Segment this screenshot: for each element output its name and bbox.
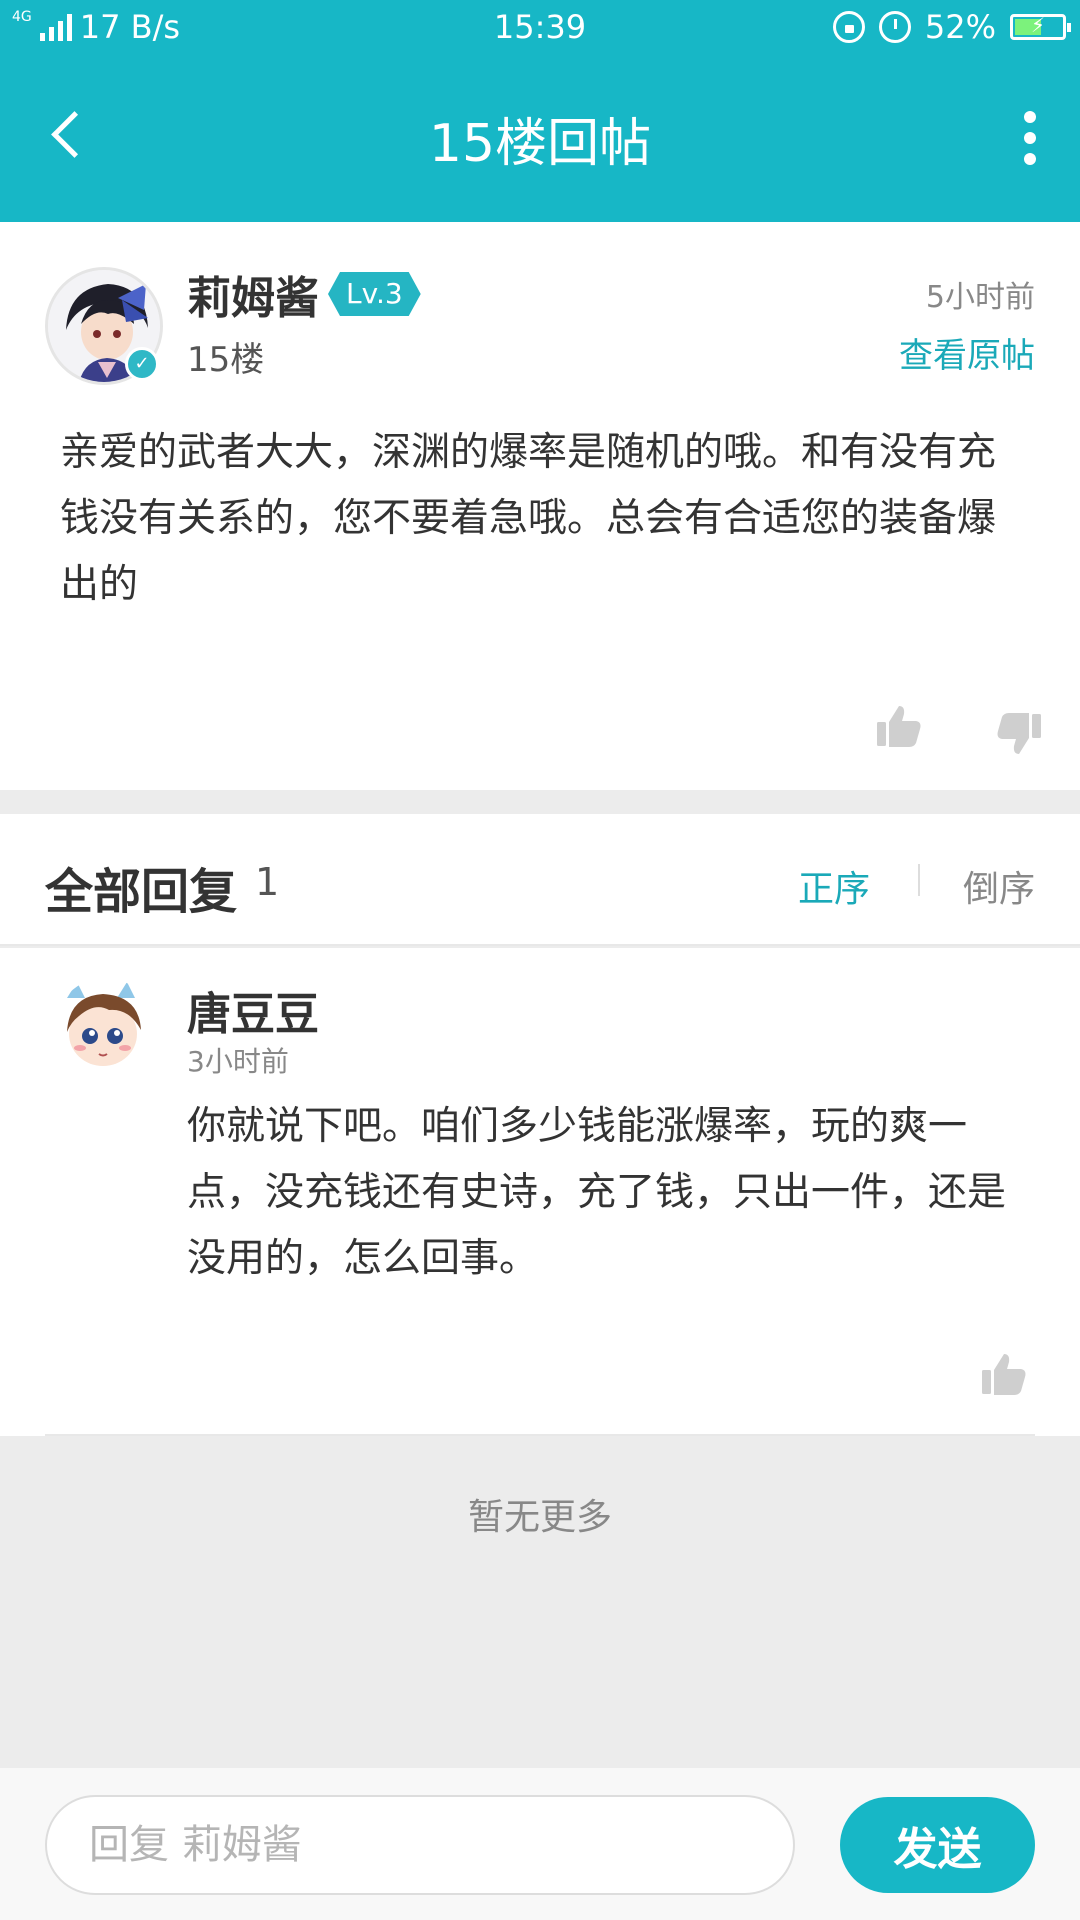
reply-item: 唐豆豆 3小时前 你就说下吧。咱们多少钱能涨爆率，玩的爽一点，没充钱还有史诗，充…: [0, 948, 1080, 1436]
alarm-icon: [878, 11, 911, 43]
reply-input[interactable]: [45, 1795, 795, 1895]
battery-percent: 52%: [924, 8, 996, 46]
divider: [45, 1434, 1035, 1436]
lock-rotation-icon: [832, 11, 865, 43]
thumbs-up-icon[interactable]: [875, 702, 923, 750]
verified-badge-icon: ✓: [125, 347, 159, 381]
post-card: ✓ 莉姆酱 Lv.3 15楼 5小时前 查看原帖 亲爱的武者大大，深渊的爆率是随…: [0, 222, 1080, 790]
more-button[interactable]: [1020, 111, 1040, 165]
battery-charging-icon: ⚡: [1010, 13, 1071, 40]
sort-descending-button[interactable]: 倒序: [963, 860, 1035, 912]
thumbs-up-icon[interactable]: [980, 1350, 1028, 1398]
view-original-link[interactable]: 查看原帖: [899, 328, 1035, 377]
status-bar: 4G 17 B/s 15:39 52% ⚡: [0, 0, 1080, 56]
header: 15楼回帖: [0, 56, 1080, 222]
no-more-text: 暂无更多: [467, 1497, 612, 1538]
reply-avatar[interactable]: [55, 978, 155, 1078]
top-bar: 4G 17 B/s 15:39 52% ⚡ 15楼回帖: [0, 0, 1080, 222]
replies-header: 全部回复 1 正序 倒序: [0, 814, 1080, 946]
post-content: 亲爱的武者大大，深渊的爆率是随机的哦。和有没有充钱没有关系的，您不要着急哦。总会…: [60, 430, 997, 607]
thumbs-down-icon[interactable]: [995, 710, 1043, 758]
reply-author[interactable]: 唐豆豆: [187, 978, 319, 1042]
floor-number: 15楼: [187, 340, 265, 380]
sort-ascending-button[interactable]: 正序: [798, 860, 870, 912]
replies-count: 1: [255, 860, 280, 904]
more-vertical-icon: [1024, 111, 1036, 123]
replies-title: 全部回复: [45, 864, 238, 920]
level-badge: Lv.3: [328, 272, 421, 316]
post-author[interactable]: 莉姆酱: [187, 262, 319, 326]
send-button[interactable]: 发送: [840, 1797, 1035, 1893]
reply-composer: 发送: [0, 1768, 1080, 1920]
reply-time: 3小时前: [187, 1045, 289, 1078]
post-time: 5小时前: [925, 280, 1035, 315]
page-title: 15楼回帖: [428, 114, 652, 174]
reply-content: 你就说下吧。咱们多少钱能涨爆率，玩的爽一点，没充钱还有史诗，充了钱，只出一件，还…: [187, 1104, 1007, 1281]
sort-divider: [918, 864, 920, 896]
